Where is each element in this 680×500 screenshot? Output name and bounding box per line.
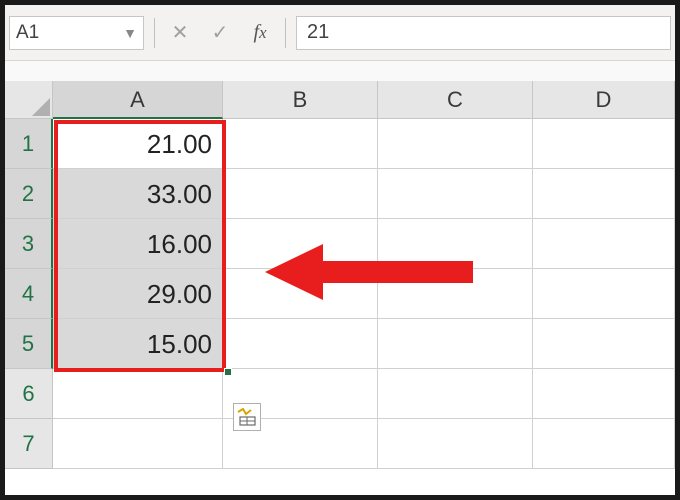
row-6: 6 xyxy=(5,369,675,419)
chevron-down-icon[interactable]: ▼ xyxy=(123,25,137,41)
row-header-7[interactable]: 7 xyxy=(5,419,53,469)
cell-A6[interactable] xyxy=(53,369,223,419)
cell-B2[interactable] xyxy=(223,169,378,219)
cell-D4[interactable] xyxy=(533,269,675,319)
cell-C2[interactable] xyxy=(378,169,533,219)
row-7: 7 xyxy=(5,419,675,469)
cell-A2[interactable]: 33.00 xyxy=(53,169,223,219)
cell-C6[interactable] xyxy=(378,369,533,419)
cell-D1[interactable] xyxy=(533,119,675,169)
cell-B4[interactable] xyxy=(223,269,378,319)
spreadsheet-grid: A B C D 1 21.00 2 33.00 3 16.00 4 29.00 … xyxy=(5,81,675,469)
cell-A1[interactable]: 21.00 xyxy=(53,119,223,169)
row-header-5[interactable]: 5 xyxy=(5,319,53,369)
cell-C1[interactable] xyxy=(378,119,533,169)
name-box[interactable]: A1 ▼ xyxy=(9,16,144,50)
fx-icon[interactable]: fx xyxy=(245,18,275,48)
cell-C4[interactable] xyxy=(378,269,533,319)
cell-D7[interactable] xyxy=(533,419,675,469)
column-headers: A B C D xyxy=(5,81,675,119)
cell-D6[interactable] xyxy=(533,369,675,419)
cell-B1[interactable] xyxy=(223,119,378,169)
formula-value: 21 xyxy=(307,21,329,44)
select-all-corner[interactable] xyxy=(5,81,53,119)
cell-C3[interactable] xyxy=(378,219,533,269)
fill-handle[interactable] xyxy=(224,368,232,376)
cell-D5[interactable] xyxy=(533,319,675,369)
column-header-D[interactable]: D xyxy=(533,81,675,119)
row-header-4[interactable]: 4 xyxy=(5,269,53,319)
row-3: 3 16.00 xyxy=(5,219,675,269)
cell-A3[interactable]: 16.00 xyxy=(53,219,223,269)
cell-A5[interactable]: 15.00 xyxy=(53,319,223,369)
row-2: 2 33.00 xyxy=(5,169,675,219)
cell-D2[interactable] xyxy=(533,169,675,219)
column-header-C[interactable]: C xyxy=(378,81,533,119)
separator xyxy=(285,18,286,48)
cell-C7[interactable] xyxy=(378,419,533,469)
row-header-1[interactable]: 1 xyxy=(5,119,53,169)
quick-analysis-icon[interactable] xyxy=(233,403,261,431)
column-header-A[interactable]: A xyxy=(53,81,223,119)
formula-input[interactable]: 21 xyxy=(296,16,671,50)
row-header-3[interactable]: 3 xyxy=(5,219,53,269)
row-5: 5 15.00 xyxy=(5,319,675,369)
row-4: 4 29.00 xyxy=(5,269,675,319)
cell-A4[interactable]: 29.00 xyxy=(53,269,223,319)
cell-C5[interactable] xyxy=(378,319,533,369)
name-box-value: A1 xyxy=(16,22,39,44)
cell-A7[interactable] xyxy=(53,419,223,469)
row-1: 1 21.00 xyxy=(5,119,675,169)
enter-icon[interactable]: ✓ xyxy=(205,18,235,48)
separator xyxy=(154,18,155,48)
formula-bar: A1 ▼ ✕ ✓ fx 21 xyxy=(5,5,675,61)
column-header-B[interactable]: B xyxy=(223,81,378,119)
cell-B3[interactable] xyxy=(223,219,378,269)
ribbon-gap xyxy=(5,61,675,81)
cancel-icon[interactable]: ✕ xyxy=(165,18,195,48)
row-header-6[interactable]: 6 xyxy=(5,369,53,419)
row-header-2[interactable]: 2 xyxy=(5,169,53,219)
cell-B5[interactable] xyxy=(223,319,378,369)
cell-D3[interactable] xyxy=(533,219,675,269)
